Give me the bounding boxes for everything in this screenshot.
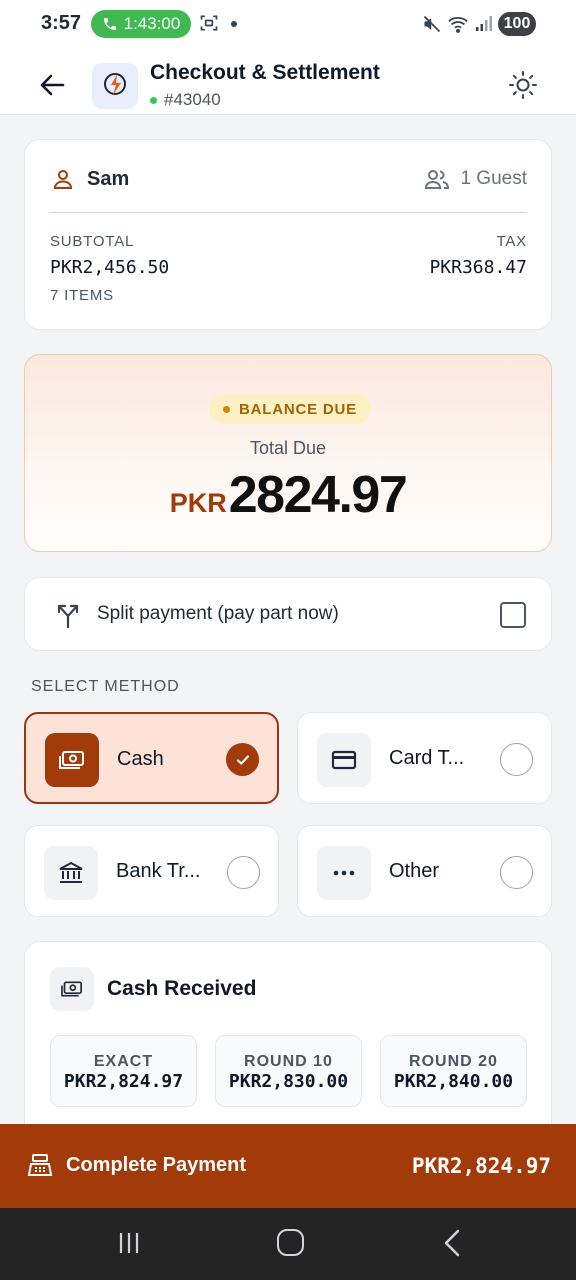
- system-nav-bar: [0, 1208, 576, 1280]
- complete-payment-label: Complete Payment: [66, 1154, 247, 1176]
- method-cash[interactable]: Cash: [24, 712, 279, 804]
- call-duration: 1:43:00: [123, 14, 181, 33]
- wifi-icon: [448, 16, 468, 33]
- badge-dot-icon: [223, 405, 230, 413]
- bank-icon: [44, 846, 98, 900]
- screen-record-icon: [200, 15, 218, 31]
- quick-amount-value: PKR2,824.97: [63, 1071, 184, 1092]
- mute-icon: [423, 15, 441, 33]
- status-time: 3:57: [41, 12, 82, 34]
- total-due-amount: 2824.97: [228, 466, 408, 524]
- cash-register-icon: [27, 1154, 53, 1176]
- quick-amount-label: EXACT: [93, 1053, 154, 1070]
- phone-icon: [103, 18, 116, 30]
- more-icon: [317, 846, 371, 900]
- method-bank-radio[interactable]: [227, 856, 260, 889]
- tax-label: TAX: [496, 233, 527, 250]
- subtotal-label: SUBTOTAL: [50, 233, 135, 250]
- complete-payment-amount: PKR2,824.97: [411, 1154, 551, 1178]
- method-other-radio[interactable]: [500, 856, 533, 889]
- nav-back-icon[interactable]: [440, 1228, 464, 1258]
- select-method-heading: SELECT METHOD: [31, 678, 180, 695]
- badge-label: BALANCE DUE: [239, 400, 357, 418]
- method-card[interactable]: Card T...: [297, 712, 552, 804]
- total-due-amount-row: PKR 2824.97: [25, 465, 551, 525]
- method-bank-transfer[interactable]: Bank Tr...: [24, 825, 279, 917]
- battery-indicator: 100: [498, 12, 536, 36]
- guest-count-row: 1 Guest: [424, 167, 527, 191]
- notification-dot-icon: [231, 21, 237, 27]
- balance-due-card: BALANCE DUE Total Due PKR 2824.97: [24, 354, 552, 552]
- method-other[interactable]: Other: [297, 825, 552, 917]
- split-payment-row[interactable]: Split payment (pay part now): [24, 577, 552, 651]
- status-bar: 3:57 1:43:00 100: [0, 0, 576, 50]
- method-card-label: Card T...: [389, 747, 465, 769]
- signal-icon: [476, 16, 492, 31]
- user-icon: [53, 170, 73, 189]
- split-icon: [57, 604, 79, 629]
- quick-amount-round-10[interactable]: ROUND 10 PKR2,830.00: [215, 1035, 362, 1107]
- call-indicator[interactable]: 1:43:00: [91, 10, 191, 38]
- order-id: #43040: [164, 90, 221, 109]
- balance-due-badge: BALANCE DUE: [209, 394, 371, 424]
- quick-amount-exact[interactable]: EXACT PKR2,824.97: [50, 1035, 197, 1107]
- tax-value: PKR368.47: [429, 257, 527, 278]
- split-payment-label: Split payment (pay part now): [97, 603, 339, 624]
- split-payment-checkbox[interactable]: [500, 602, 526, 628]
- method-other-label: Other: [389, 860, 440, 882]
- quick-amount-value: PKR2,840.00: [393, 1071, 514, 1092]
- quick-amount-label: ROUND 10: [244, 1053, 333, 1070]
- logo-icon: [104, 73, 126, 95]
- quick-amount-value: PKR2,830.00: [228, 1071, 349, 1092]
- home-icon[interactable]: [277, 1229, 304, 1256]
- guest-count: 1 Guest: [460, 168, 527, 189]
- status-dot-icon: [150, 96, 157, 104]
- users-icon: [425, 170, 450, 189]
- check-icon: [226, 743, 259, 776]
- theme-toggle-sun-icon[interactable]: [508, 70, 538, 100]
- method-cash-label: Cash: [117, 748, 164, 770]
- cash-icon: [50, 967, 94, 1011]
- quick-amount-round-20[interactable]: ROUND 20 PKR2,840.00: [380, 1035, 527, 1107]
- quick-amount-label: ROUND 20: [409, 1053, 498, 1070]
- customer-name-row: Sam: [51, 167, 129, 191]
- divider: [49, 212, 527, 213]
- item-count: 7 ITEMS: [50, 287, 114, 304]
- cash-received-card: Cash Received EXACT PKR2,824.97 ROUND 10…: [24, 941, 552, 1141]
- method-card-radio[interactable]: [500, 743, 533, 776]
- back-arrow-icon[interactable]: [36, 70, 70, 100]
- cash-received-title: Cash Received: [107, 977, 257, 1000]
- recent-apps-icon[interactable]: [117, 1231, 141, 1255]
- restaurant-logo: [92, 63, 138, 109]
- total-due-currency: PKR: [169, 488, 227, 518]
- order-id-row: #43040: [150, 90, 221, 110]
- page-title: Checkout & Settlement: [150, 61, 380, 84]
- subtotal-value: PKR2,456.50: [50, 257, 170, 278]
- order-summary-card: Sam 1 Guest SUBTOTAL PKR2,456.50 7 ITEMS…: [24, 139, 552, 330]
- app-header: Checkout & Settlement #43040: [0, 50, 576, 115]
- complete-payment-button[interactable]: Complete Payment PKR2,824.97: [0, 1124, 576, 1208]
- customer-name: Sam: [87, 167, 130, 190]
- card-icon: [317, 733, 371, 787]
- method-bank-label: Bank Tr...: [116, 860, 201, 882]
- cash-icon: [45, 733, 99, 787]
- total-due-label: Total Due: [249, 438, 327, 458]
